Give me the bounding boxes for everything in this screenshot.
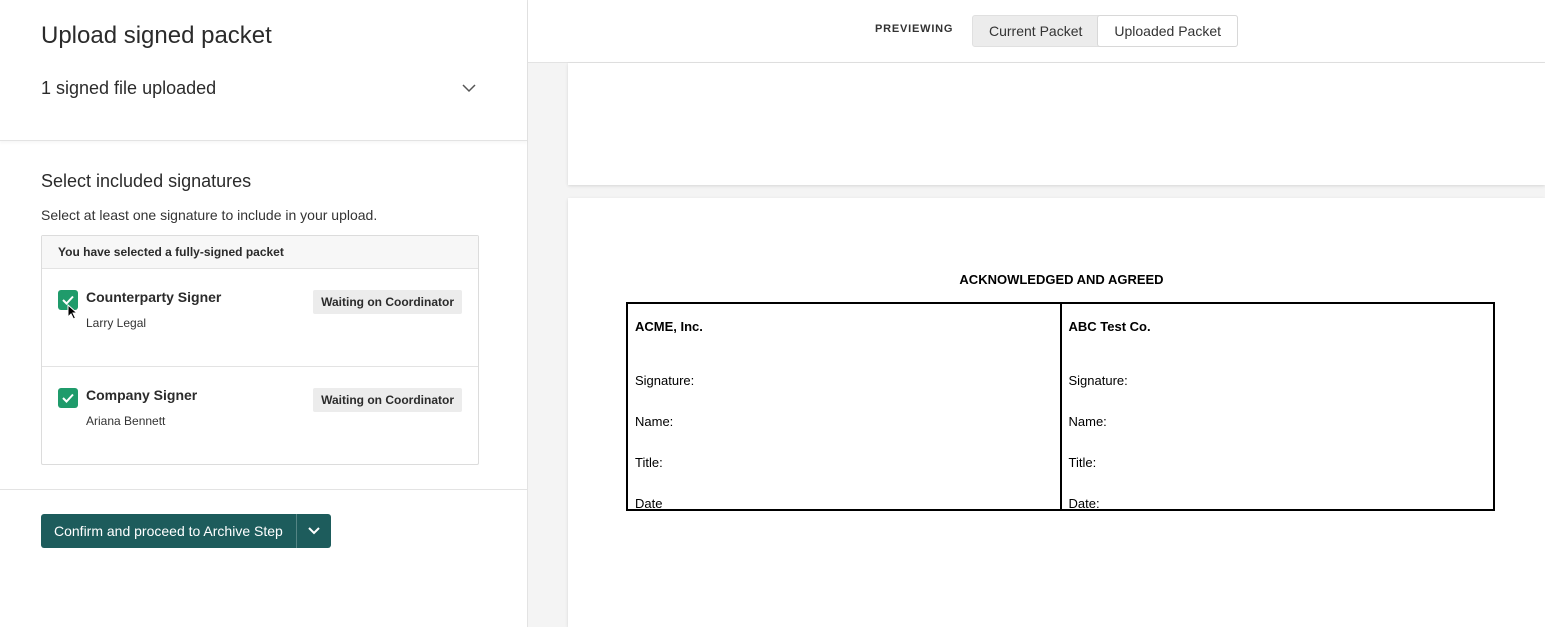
signer-name: Larry Legal: [86, 316, 147, 330]
upload-panel: Upload signed packet 1 signed file uploa…: [0, 0, 528, 627]
mouse-cursor-icon: [67, 304, 79, 320]
packet-tabs: Current Packet Uploaded Packet: [972, 15, 1239, 47]
signer-row: Counterparty Signer Larry Legal Waiting …: [42, 269, 478, 367]
page-title: Upload signed packet: [41, 22, 272, 49]
date-field-label: Date: [635, 496, 663, 511]
party-column-left: ACME, Inc. Signature: Name: Title: Date: [628, 304, 1060, 511]
uploaded-files-summary: 1 signed file uploaded: [41, 77, 217, 98]
tab-current-packet[interactable]: Current Packet: [973, 16, 1098, 46]
check-icon: [62, 393, 74, 403]
signer-role: Company Signer: [86, 387, 198, 403]
name-field-label: Name:: [635, 414, 674, 429]
signer-checkbox-company[interactable]: [58, 388, 78, 408]
section-title: Select included signatures: [41, 171, 252, 191]
signer-name: Ariana Bennett: [86, 414, 166, 428]
document-page: ACKNOWLEDGED AND AGREED ACME, Inc. Signa…: [568, 198, 1545, 627]
date-field-label: Date:: [1068, 496, 1100, 511]
signatures-box: You have selected a fully-signed packet …: [41, 235, 479, 465]
signer-row: Company Signer Ariana Bennett Waiting on…: [42, 367, 478, 464]
signature-table: ACME, Inc. Signature: Name: Title: Date …: [626, 302, 1495, 511]
signer-role: Counterparty Signer: [86, 289, 222, 305]
party-name: ACME, Inc.: [635, 319, 703, 334]
section-subtitle: Select at least one signature to include…: [41, 207, 378, 223]
title-field-label: Title:: [635, 455, 663, 470]
preview-panel: PREVIEWING Current Packet Uploaded Packe…: [528, 0, 1545, 627]
title-field-label: Title:: [1068, 455, 1097, 470]
party-column-right: ABC Test Co. Signature: Name: Title: Dat…: [1059, 304, 1494, 511]
name-field-label: Name:: [1068, 414, 1107, 429]
confirm-archive-button[interactable]: Confirm and proceed to Archive Step: [41, 514, 331, 548]
previewing-label: PREVIEWING: [875, 23, 954, 35]
preview-toolbar: PREVIEWING Current Packet Uploaded Packe…: [528, 0, 1545, 63]
status-badge: Waiting on Coordinator: [313, 388, 462, 412]
chevron-down-icon: [308, 527, 320, 535]
confirm-dropdown-toggle[interactable]: [295, 514, 331, 548]
divider: [0, 489, 527, 490]
signatures-box-header: You have selected a fully-signed packet: [42, 236, 478, 269]
document-page: [568, 63, 1545, 185]
party-name: ABC Test Co.: [1068, 319, 1151, 334]
confirm-button-label: Confirm and proceed to Archive Step: [54, 523, 283, 539]
status-badge: Waiting on Coordinator: [313, 290, 462, 314]
signature-field-label: Signature:: [1068, 373, 1128, 388]
tab-uploaded-packet[interactable]: Uploaded Packet: [1097, 15, 1239, 47]
signature-field-label: Signature:: [635, 373, 695, 388]
chevron-down-icon[interactable]: [461, 80, 477, 96]
uploaded-files-toggle[interactable]: 1 signed file uploaded: [41, 76, 477, 100]
document-heading: ACKNOWLEDGED AND AGREED: [959, 272, 1164, 287]
upload-header: Upload signed packet 1 signed file uploa…: [0, 0, 527, 141]
